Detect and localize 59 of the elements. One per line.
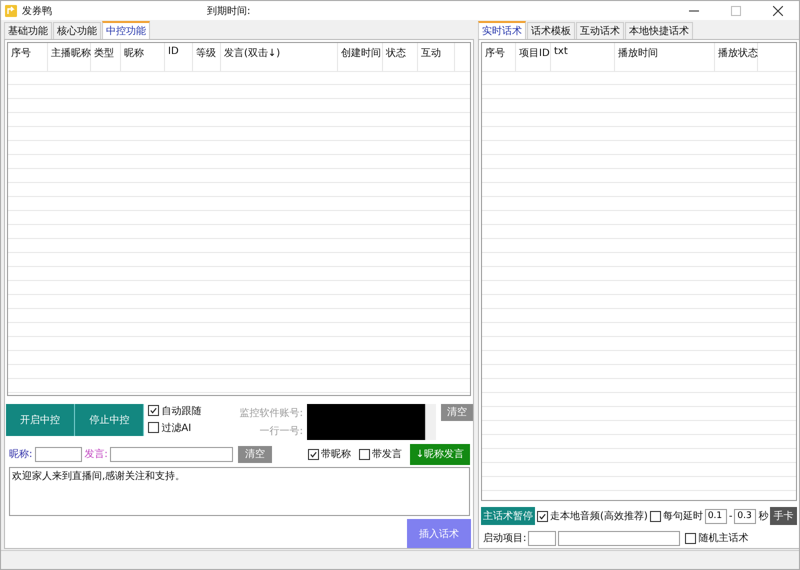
column-header[interactable]: 序号 [8,43,48,71]
start-project-label: 启动项目: [483,532,526,546]
tab[interactable]: 本地快捷话术 [625,22,693,39]
checkbox[interactable]: 带发言 [359,447,402,462]
checkmark-icon [309,450,318,459]
column-header[interactable]: 状态 [383,43,418,71]
column-header[interactable]: 播放时间 [615,43,715,71]
checkbox[interactable]: 每句延时 [650,509,703,524]
checkbox[interactable]: 随机主话术 [685,531,748,546]
project-id-input[interactable] [528,530,556,546]
card-button[interactable]: 手卡 [770,507,797,526]
account-input[interactable] [306,404,436,440]
column-header[interactable]: 主播昵称 [48,43,91,71]
pause-button[interactable]: 主话术暂停 [481,507,535,526]
column-header[interactable]: 创建时间 [338,43,383,71]
control-button[interactable]: 停止中控 [75,404,144,436]
tab[interactable]: 基础功能 [4,22,52,39]
column-header[interactable]: 播放状态 [715,43,758,71]
delay-max-input[interactable]: 0.3 [734,508,756,524]
nickname-input[interactable] [35,446,82,462]
checkbox[interactable]: 过滤AI [148,420,202,435]
checkbox[interactable]: 带昵称 [308,447,351,462]
column-header[interactable]: txt [551,43,615,71]
speech-label: 发言: [84,448,108,462]
column-header[interactable]: 序号 [482,43,516,71]
checkbox[interactable]: 自动跟随 [148,404,202,418]
tab[interactable]: 实时话术 [478,21,526,39]
column-header[interactable]: 类型 [91,43,121,71]
window-title: 发券鸭 [22,4,53,18]
scrollbar[interactable] [424,404,436,440]
tab[interactable]: 核心功能 [53,22,101,39]
maximize-icon[interactable] [731,6,741,16]
script-text-area[interactable]: 欢迎家人来到直播间,感谢关注和支持。 [9,467,470,516]
column-header[interactable]: ID [165,43,193,71]
column-header[interactable]: 昵称 [121,43,165,71]
delay-min-input[interactable]: 0.1 [704,508,727,524]
checkmark-icon [149,406,158,416]
control-button[interactable]: 开启中控 [6,404,76,436]
range-dash: - [728,510,732,522]
tab[interactable]: 互动话术 [576,22,624,39]
tab[interactable]: 中控功能 [102,21,150,39]
column-header[interactable]: 项目ID [516,43,551,71]
nickname-speech-button[interactable]: ↓昵称发言 [410,444,470,465]
expiry-label: 到期时间: [207,4,250,18]
tab[interactable]: 话术模板 [527,22,575,39]
project-name-input[interactable] [558,530,680,546]
script-text: 欢迎家人来到直播间,感谢关注和支持。 [12,471,186,482]
column-header[interactable]: 互动 [418,43,455,71]
monitor-label: 监控软件账号: [240,406,303,420]
speech-input[interactable] [110,446,233,462]
nickname-label: 昵称: [9,448,32,462]
column-header[interactable]: 等级 [193,43,221,71]
close-icon[interactable] [773,6,783,16]
app-icon [5,4,17,16]
column-header[interactable]: 发言(双击↓) [221,43,338,71]
monitor-hint: 一行一号: [260,424,303,438]
seconds-label: 秒 [758,510,768,524]
checkbox[interactable]: 走本地音频(高效推荐) [537,509,648,524]
checkmark-icon [538,512,547,521]
